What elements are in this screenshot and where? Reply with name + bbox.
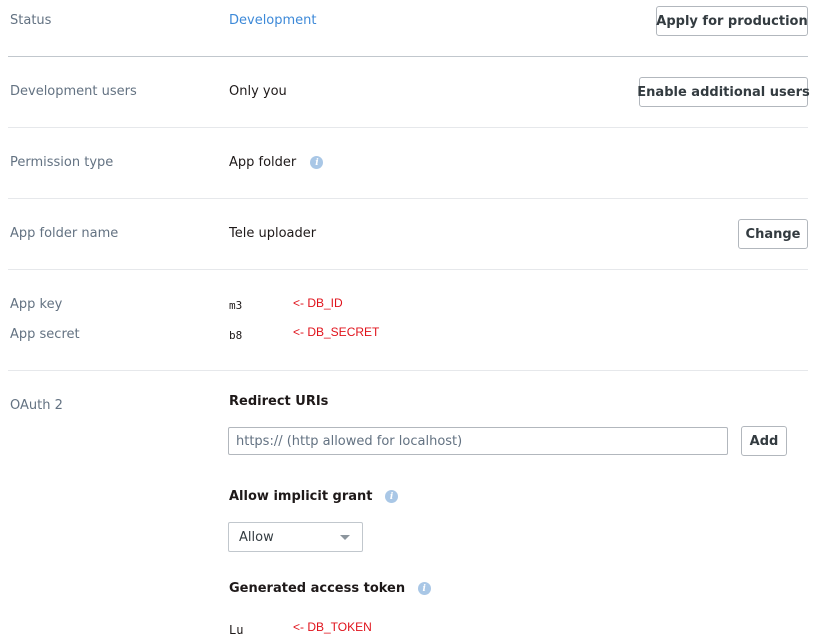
divider	[8, 127, 808, 128]
access-token-annotation: <- DB_TOKEN	[293, 620, 372, 634]
redirect-uris-heading: Redirect URIs	[229, 394, 329, 409]
app-secret-annotation: <- DB_SECRET	[293, 325, 380, 339]
change-button[interactable]: Change	[738, 219, 808, 249]
info-icon[interactable]: i	[385, 490, 399, 503]
development-users-value: Only you	[229, 84, 287, 99]
status-value-link[interactable]: Development	[229, 13, 317, 28]
implicit-grant-select[interactable]: Allow	[228, 522, 363, 552]
allow-implicit-grant-heading: Allow implicit grant i	[229, 489, 399, 504]
permission-type-text: App folder	[229, 155, 297, 170]
info-icon[interactable]: i	[417, 582, 431, 595]
development-users-label: Development users	[10, 84, 137, 99]
app-key-label: App key	[10, 297, 63, 312]
permission-type-label: Permission type	[10, 155, 114, 170]
app-folder-name-value: Tele uploader	[229, 226, 317, 241]
chevron-down-icon	[340, 535, 350, 540]
permission-type-value: App folder i	[229, 155, 324, 170]
enable-additional-users-button[interactable]: Enable additional users	[637, 77, 810, 107]
app-key-annotation: <- DB_ID	[293, 296, 343, 310]
info-icon[interactable]: i	[310, 156, 324, 169]
divider	[8, 269, 808, 270]
implicit-grant-selected: Allow	[239, 529, 274, 545]
app-folder-name-label: App folder name	[10, 226, 119, 241]
status-label: Status	[10, 13, 52, 28]
apply-for-production-button[interactable]: Apply for production	[656, 6, 808, 36]
divider	[8, 56, 808, 57]
app-secret-label: App secret	[10, 327, 80, 342]
generated-access-token-heading: Generated access token i	[229, 581, 431, 596]
divider	[8, 198, 808, 199]
app-secret-value: b8	[229, 329, 243, 342]
allow-implicit-grant-text: Allow implicit grant	[229, 489, 373, 504]
add-redirect-uri-button[interactable]: Add	[741, 426, 787, 456]
divider	[8, 370, 808, 371]
redirect-uri-input[interactable]: https:// (http allowed for localhost)	[228, 427, 728, 455]
generated-access-token-text: Generated access token	[229, 581, 406, 596]
oauth2-label: OAuth 2	[10, 398, 63, 413]
app-key-value: m3	[229, 299, 243, 312]
access-token-value: Lu	[229, 623, 244, 637]
